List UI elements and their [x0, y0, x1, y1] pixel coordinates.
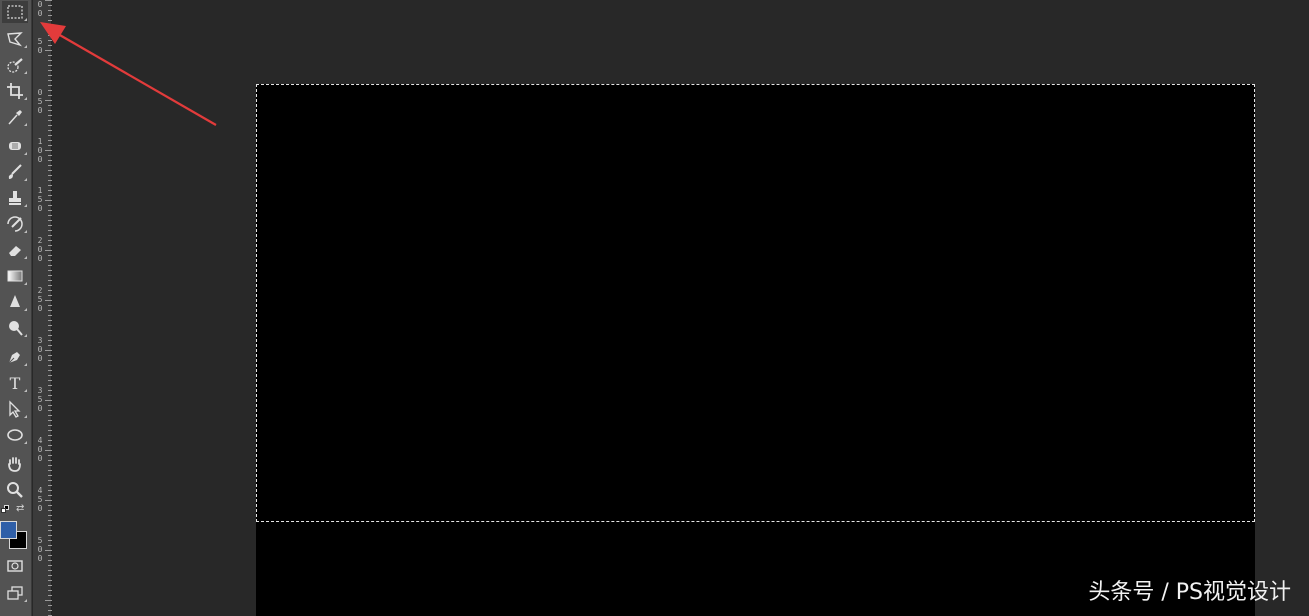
crop-icon [7, 83, 23, 99]
type-icon: T [9, 373, 21, 393]
ruler-label: 0 [37, 9, 43, 18]
crop-tool[interactable] [2, 80, 28, 102]
tools-panel: T ⇄ [0, 0, 32, 616]
history-brush-tool[interactable] [2, 213, 28, 235]
eyedropper-tool[interactable] [2, 106, 28, 128]
path-selection-icon [9, 400, 21, 418]
clone-stamp-icon [9, 191, 21, 205]
quick-mask-button[interactable] [2, 555, 28, 577]
brush-tool[interactable] [2, 161, 28, 183]
blur-icon [10, 295, 20, 307]
ruler-label: 0 [37, 504, 43, 513]
hand-icon [8, 457, 21, 472]
eraser-icon [9, 246, 21, 256]
screen-mode-icon [7, 586, 23, 600]
lasso-tool[interactable] [2, 28, 28, 50]
gradient-icon [7, 270, 23, 282]
swap-colors-icon[interactable]: ⇄ [16, 503, 24, 514]
pen-tool[interactable] [2, 346, 28, 368]
type-tool[interactable]: T [2, 372, 28, 394]
ruler-label: 0 [37, 204, 43, 213]
ruler-label: 0 [37, 404, 43, 413]
ruler-label: 0 [37, 304, 43, 313]
ellipse-tool[interactable] [2, 424, 28, 446]
ruler-label: 0 [37, 155, 43, 164]
pen-icon [8, 352, 20, 364]
ruler-label: 0 [37, 46, 43, 55]
ruler-label: 0 [37, 454, 43, 463]
vertical-ruler[interactable]: 0050050100150200250300350400450500 [33, 0, 52, 616]
foreground-color-swatch[interactable] [0, 521, 17, 539]
rectangular-marquee-icon [7, 5, 23, 19]
ruler-label: 0 [37, 254, 43, 263]
ruler-label: 0 [37, 554, 43, 563]
watermark-text: 头条号 / PS视觉设计 [1088, 580, 1291, 605]
gradient-tool[interactable] [2, 265, 28, 287]
marquee-selection [256, 84, 1255, 522]
zoom-tool[interactable] [2, 479, 28, 501]
rectangular-marquee-tool[interactable] [2, 1, 28, 23]
eraser-tool[interactable] [2, 239, 28, 261]
spot-healing-tool[interactable] [2, 135, 28, 157]
history-brush-icon [7, 216, 23, 232]
default-colors-icon[interactable] [1, 505, 10, 514]
zoom-icon [7, 482, 23, 498]
quick-mask-icon [7, 560, 23, 572]
blur-tool[interactable] [2, 291, 28, 313]
ellipse-icon [7, 429, 23, 441]
screen-mode-button[interactable] [2, 582, 28, 604]
spot-healing-icon [9, 142, 21, 150]
dodge-icon [9, 321, 23, 336]
hand-tool[interactable] [2, 453, 28, 475]
ruler-label: 0 [37, 106, 43, 115]
quick-selection-icon [7, 58, 23, 73]
dodge-tool[interactable] [2, 317, 28, 339]
quick-selection-tool[interactable] [2, 54, 28, 76]
ruler-label: 0 [37, 354, 43, 363]
path-selection-tool[interactable] [2, 398, 28, 420]
brush-icon [8, 164, 22, 179]
lasso-icon [7, 32, 23, 47]
eyedropper-icon [8, 110, 22, 125]
clone-stamp-tool[interactable] [2, 187, 28, 209]
